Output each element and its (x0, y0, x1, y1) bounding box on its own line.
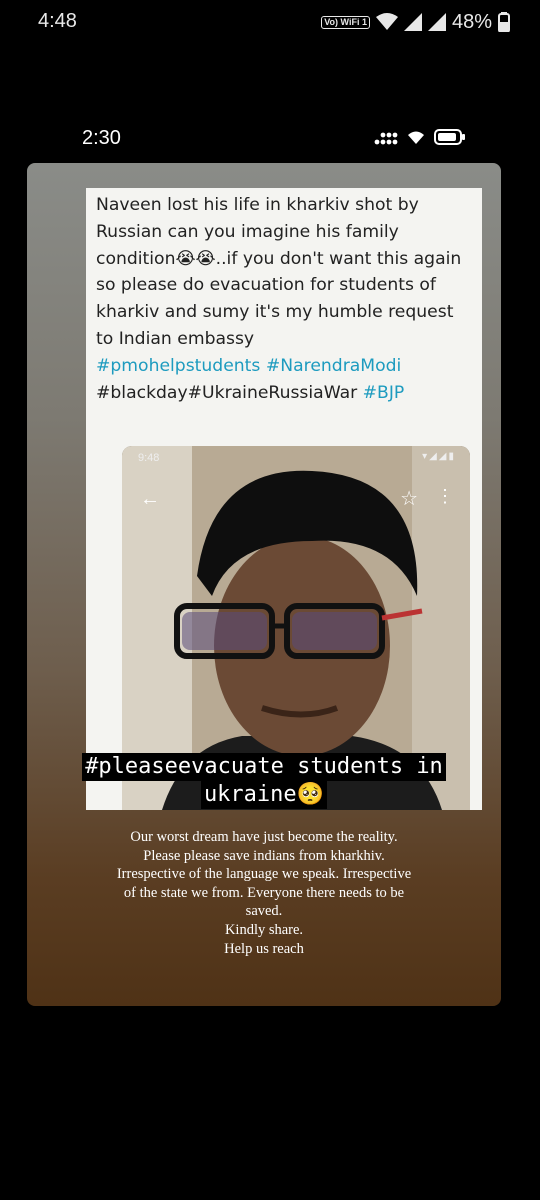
wifi-icon (375, 13, 398, 30)
hashtag-sticker-line1: #pleaseevacuate students in (82, 753, 446, 781)
photo-time: 9:48 (138, 452, 160, 464)
post-hashtags-dark[interactable]: #blackday#UkraineRussiaWar (96, 383, 357, 403)
status-icons: Vo) WiFi 1 48% (321, 10, 510, 34)
signal-icon (403, 13, 422, 31)
post-hashtag-bjp[interactable]: #BJP (363, 383, 405, 403)
battery-icon (434, 129, 465, 145)
back-arrow-icon[interactable]: ← (140, 488, 160, 511)
hashtag-sticker-line2: ukraine🥺 (200, 781, 328, 809)
signal-roaming-icon (427, 13, 446, 31)
volte-wifi-icon: Vo) WiFi 1 (321, 15, 370, 29)
battery-percent: 48% (451, 10, 492, 33)
post-body: Naveen lost his life in kharkiv shot by … (96, 195, 462, 349)
story-time: 2:30 (82, 127, 121, 149)
story-status-icons (374, 129, 466, 145)
story-caption: Our worst dream have just become the rea… (116, 829, 412, 957)
status-bar: 4:48 Vo) WiFi 1 48% (0, 0, 540, 46)
photo-status-icons: ▾◢◢▮ (422, 451, 456, 462)
post-hashtags[interactable]: #pmohelpstudents #NarendraModi (96, 356, 401, 376)
photo-status-bar: 9:48 ▾◢◢▮ (122, 446, 470, 468)
story-status-bar: 2:30 (0, 125, 540, 155)
story-card: Naveen lost his life in kharkiv shot by … (27, 163, 501, 1006)
star-icon[interactable]: ☆ (400, 486, 418, 511)
more-icon[interactable]: ⋮ (436, 486, 454, 507)
battery-icon (498, 12, 510, 32)
status-time: 4:48 (38, 10, 77, 32)
hashtag-sticker: #pleaseevacuate students in ukraine🥺 (55, 753, 473, 809)
shared-post: Naveen lost his life in kharkiv shot by … (86, 188, 482, 810)
cellular-dots-icon (374, 132, 398, 145)
wifi-icon (408, 131, 424, 144)
post-text: Naveen lost his life in kharkiv shot by … (96, 192, 476, 406)
